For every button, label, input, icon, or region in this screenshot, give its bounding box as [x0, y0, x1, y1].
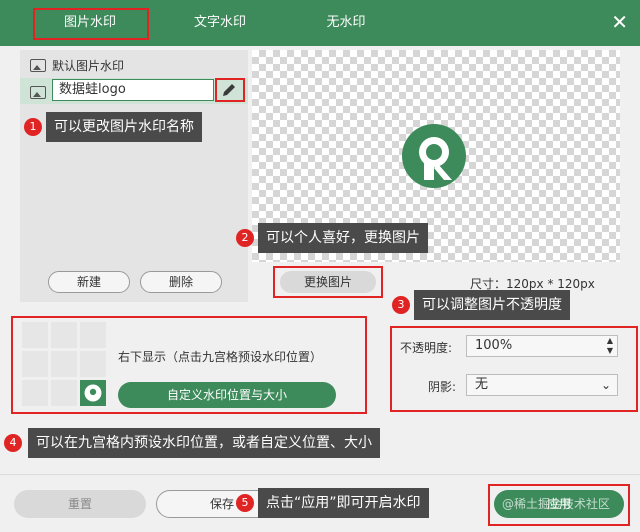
- logo-icon: [84, 384, 102, 402]
- tab-no-watermark[interactable]: 无水印: [290, 8, 402, 38]
- edit-pencil-icon[interactable]: [220, 81, 238, 99]
- annotation-badge: 2: [236, 229, 254, 247]
- tab-text-watermark[interactable]: 文字水印: [164, 8, 276, 38]
- annotation-tip: 点击“应用”即可开启水印: [258, 488, 429, 518]
- delete-button[interactable]: 删除: [140, 271, 222, 293]
- annotation-badge: 3: [392, 296, 410, 314]
- grid-cell-top-center[interactable]: [51, 322, 77, 348]
- annotation-badge: 4: [4, 434, 22, 452]
- annotation-tip: 可以个人喜好，更换图片: [258, 223, 428, 253]
- grid-cell-middle-right[interactable]: [80, 351, 106, 377]
- grid-cell-top-right[interactable]: [80, 322, 106, 348]
- shadow-value: 无: [475, 377, 489, 392]
- shadow-label: 阴影:: [428, 380, 457, 394]
- shadow-select[interactable]: 无 ⌄: [466, 374, 618, 396]
- stepper-arrows-icon[interactable]: ▲ ▼: [607, 336, 613, 356]
- close-icon[interactable]: ✕: [611, 10, 628, 34]
- annotation-badge: 5: [236, 494, 254, 512]
- position-description: 右下显示（点击九宫格预设水印位置）: [118, 350, 323, 364]
- opacity-value: 100%: [475, 338, 513, 353]
- chevron-down-icon: ⌄: [600, 378, 611, 392]
- tab-image-watermark[interactable]: 图片水印: [34, 8, 146, 38]
- reset-button[interactable]: 重置: [14, 490, 146, 518]
- image-icon: [30, 58, 46, 72]
- list-item-icon-wrap: [30, 83, 52, 101]
- annotation-tip: 可以调整图片不透明度: [414, 290, 570, 320]
- image-icon: [30, 85, 46, 99]
- list-item-label: 默认图片水印: [52, 58, 125, 73]
- annotation-tip: 可以在九宫格内预设水印位置，或者自定义位置、大小: [28, 428, 380, 458]
- list-item[interactable]: 默认图片水印: [30, 56, 124, 74]
- grid-cell-bottom-left[interactable]: [22, 380, 48, 406]
- grid-cell-middle-left[interactable]: [22, 351, 48, 377]
- position-grid: [22, 322, 106, 406]
- grid-cell-bottom-center[interactable]: [51, 380, 77, 406]
- change-image-button[interactable]: 更换图片: [280, 271, 376, 293]
- opacity-label: 不透明度:: [400, 341, 453, 355]
- new-button[interactable]: 新建: [48, 271, 130, 293]
- watermark-name-input[interactable]: 数据蛙logo: [52, 79, 214, 101]
- annotation-badge: 1: [24, 118, 42, 136]
- footer-divider: [0, 474, 640, 475]
- annotation-tip: 可以更改图片水印名称: [46, 112, 202, 142]
- opacity-stepper[interactable]: 100% ▲ ▼: [466, 335, 618, 357]
- grid-cell-bottom-right[interactable]: [80, 380, 106, 406]
- watermark-text: @稀土掘金技术社区: [502, 497, 611, 511]
- logo-icon: [400, 122, 468, 190]
- grid-cell-middle-center[interactable]: [51, 351, 77, 377]
- grid-cell-top-left[interactable]: [22, 322, 48, 348]
- custom-position-button[interactable]: 自定义水印位置与大小: [118, 382, 336, 408]
